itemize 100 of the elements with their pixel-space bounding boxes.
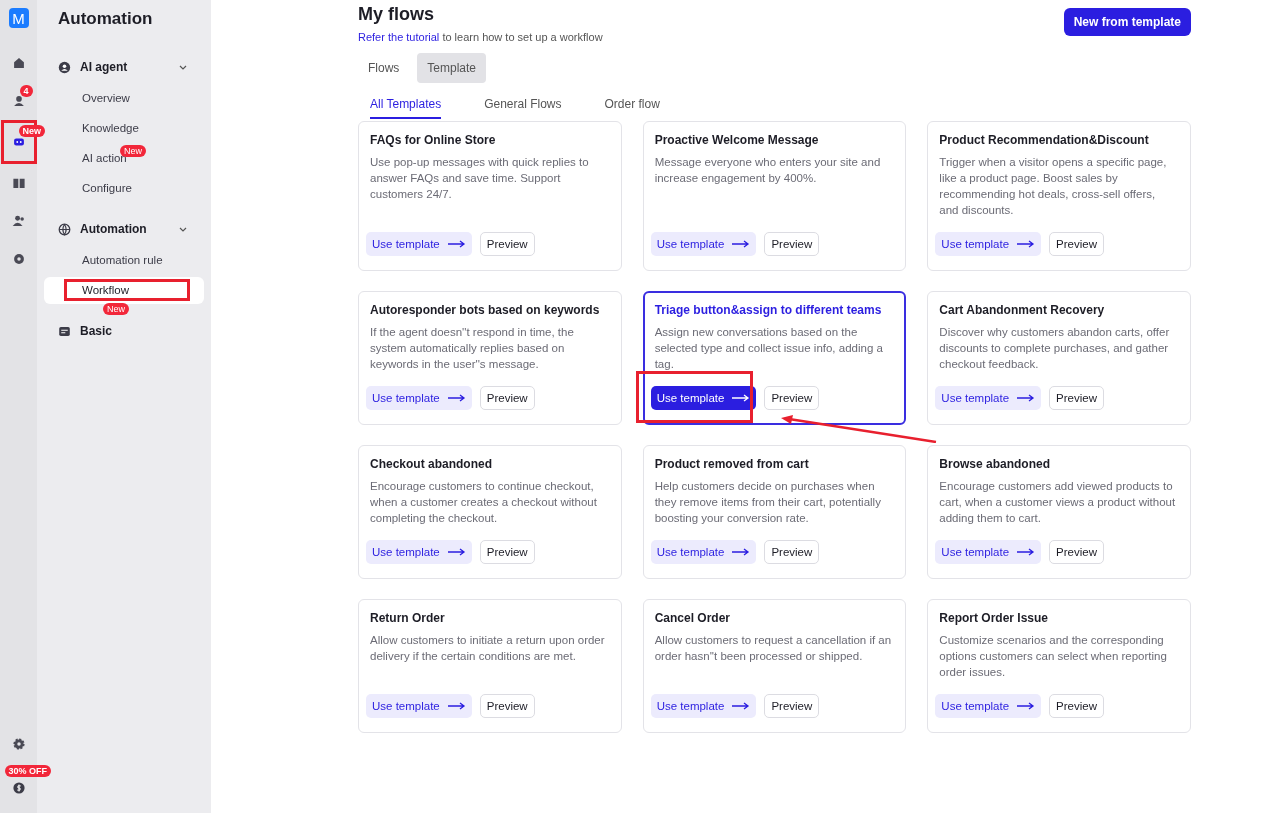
use-template-button[interactable]: Use template xyxy=(650,232,757,256)
template-card[interactable]: FAQs for Online Store Use pop-up messages with quick replies to answer FAQs and save time. Support customers 24/7. Use template Preview xyxy=(358,121,622,271)
new-from-template-button[interactable]: New from template xyxy=(1063,8,1191,36)
users-icon[interactable] xyxy=(11,214,26,228)
card-title: Report Order Issue xyxy=(939,611,1050,625)
use-template-button[interactable]: Use template xyxy=(935,540,1042,564)
card-title: Checkout abandoned xyxy=(370,457,493,471)
sidebar-item[interactable]: Knowledge xyxy=(44,115,204,142)
preview-button[interactable]: Preview xyxy=(1049,386,1104,410)
template-card[interactable]: Autoresponder bots based on keywords If the agent doesn''t respond in time, the system automatically replies based on keywords in the user''s message. Use template Preview xyxy=(358,291,622,425)
arrow-right-icon xyxy=(1017,548,1036,556)
app-logo[interactable]: M xyxy=(8,8,29,28)
sidebar-item[interactable]: Automation rule xyxy=(44,247,204,274)
preview-button[interactable]: Preview xyxy=(1049,540,1104,564)
settings-icon[interactable] xyxy=(11,737,26,751)
template-card[interactable]: Cancel Order Allow customers to request a cancellation if an order hasn''t been processed or shipped. Use template Preview xyxy=(642,599,907,733)
preview-button[interactable]: Preview xyxy=(479,232,535,256)
card-description: Help customers decide on purchases when they remove items from their cart, potentially boosting your conversion rate. xyxy=(654,479,882,526)
card-title: Product removed from cart xyxy=(654,457,810,471)
globe-icon xyxy=(58,222,71,236)
sidebar-title: Automation xyxy=(58,9,154,29)
use-template-button[interactable]: Use template xyxy=(650,540,757,564)
badge: 4 xyxy=(19,85,33,97)
sidebar-group[interactable]: Automation xyxy=(44,217,204,241)
badge: 30% OFF xyxy=(4,765,51,777)
card-title: Proactive Welcome Message xyxy=(654,133,820,147)
template-card[interactable]: Proactive Welcome Message Message everyone who enters your site and increase engagement by 400%. Use template Preview xyxy=(642,121,907,271)
arrow-right-icon xyxy=(1017,702,1036,710)
template-card[interactable]: Cart Abandonment Recovery Discover why customers abandon carts, offer discounts to complete purchases, and gather checkout feedback. Use template Preview xyxy=(927,291,1191,425)
arrow-right-icon xyxy=(447,548,466,556)
sidebar-group[interactable]: AI agent xyxy=(44,55,204,79)
template-card[interactable]: Checkout abandoned Encourage customers to continue checkout, when a customer creates a checkout without completing the checkout. Use template Preview xyxy=(358,445,622,579)
card-icon xyxy=(58,324,71,338)
arrow-right-icon xyxy=(1017,394,1036,402)
arrow-right-icon xyxy=(447,394,466,402)
category-tab[interactable]: General Flows xyxy=(484,97,562,119)
card-title: Cart Abandonment Recovery xyxy=(939,303,1106,317)
card-title: Triage button&assign to different teams xyxy=(654,303,883,317)
card-description: Allow customers to initiate a return upon order delivery if the certain conditions are met. xyxy=(370,633,606,664)
card-description: Trigger when a visitor opens a specific page, like a product page. Boost sales by recommending hot deals, cross-sell offers, and discounts. xyxy=(939,155,1168,218)
card-description: Use pop-up messages with quick replies to answer FAQs and save time. Support customers 24/7. xyxy=(370,155,590,202)
card-title: Autoresponder bots based on keywords xyxy=(370,303,601,317)
tutorial-link[interactable]: Refer the tutorial xyxy=(358,31,440,43)
card-title: Cancel Order xyxy=(654,611,732,625)
preview-button[interactable]: Preview xyxy=(479,694,535,718)
template-card[interactable]: Triage button&assign to different teams Assign new conversations based on the selected type and collect issue info, adding a tag. Use template Preview xyxy=(642,291,907,425)
home-icon[interactable] xyxy=(11,56,26,70)
template-card[interactable]: Return Order Allow customers to initiate a return upon order delivery if the certain conditions are met. Use template Preview xyxy=(358,599,622,733)
preview-button[interactable]: Preview xyxy=(479,386,535,410)
use-template-button[interactable]: Use template xyxy=(935,232,1042,256)
use-template-button[interactable]: Use template xyxy=(366,694,472,718)
category-tab[interactable]: All Templates xyxy=(370,97,442,119)
card-title: Return Order xyxy=(370,611,446,625)
card-description: Encourage customers add viewed products to cart, when a customer views a product without adding them to cart. xyxy=(939,479,1176,526)
template-card[interactable]: Browse abandoned Encourage customers add viewed products to cart, when a customer views a product without adding them to cart. Use template Preview xyxy=(927,445,1191,579)
template-card[interactable]: Report Order Issue Customize scenarios and the corresponding options customers can select when reporting order issues. Use template Preview xyxy=(927,599,1191,733)
use-template-button[interactable]: Use template xyxy=(935,386,1042,410)
use-template-button[interactable]: Use template xyxy=(366,540,472,564)
preview-button[interactable]: Preview xyxy=(479,540,535,564)
card-description: Customize scenarios and the corresponding options customers can select when reporting order issues. xyxy=(939,633,1168,680)
card-title: Product Recommendation&Discount xyxy=(939,133,1150,147)
ring-icon[interactable] xyxy=(11,252,26,266)
page-subtitle: Refer the tutorial to learn how to set up a workflow xyxy=(358,31,603,43)
tab[interactable]: Flows xyxy=(358,53,410,83)
preview-button[interactable]: Preview xyxy=(1049,232,1104,256)
card-description: Message everyone who enters your site and increase engagement by 400%. xyxy=(654,155,882,186)
use-template-button[interactable]: Use template xyxy=(366,232,472,256)
category-tab[interactable]: Order flow xyxy=(604,97,660,119)
use-template-button[interactable]: Use template xyxy=(366,386,472,410)
book-icon[interactable] xyxy=(11,176,26,190)
preview-button[interactable]: Preview xyxy=(764,232,820,256)
card-title: FAQs for Online Store xyxy=(370,133,497,147)
card-title: Browse abandoned xyxy=(939,457,1051,471)
sidebar-item[interactable]: Overview xyxy=(44,85,204,112)
sidebar-item[interactable]: Configure xyxy=(44,175,204,202)
arrow-right-icon xyxy=(447,240,466,248)
use-template-button[interactable]: Use template xyxy=(650,694,757,718)
arrow-right-icon xyxy=(732,394,751,402)
use-template-button[interactable]: Use template xyxy=(935,694,1042,718)
page-title: My flows xyxy=(358,4,435,25)
card-description: Assign new conversations based on the selected type and collect issue info, adding a tag. xyxy=(654,325,884,372)
template-card[interactable]: Product Recommendation&Discount Trigger when a visitor opens a specific page, like a product page. Boost sales by recommending hot deals, cross-sell offers, and discounts. Use template Preview xyxy=(927,121,1191,271)
use-template-button[interactable]: Use template xyxy=(650,386,757,410)
card-description: Allow customers to request a cancellation if an order hasn''t been processed or shipped. xyxy=(654,633,892,664)
badge: New xyxy=(103,303,129,315)
arrow-right-icon xyxy=(447,702,466,710)
preview-button[interactable]: Preview xyxy=(764,386,820,410)
preview-button[interactable]: Preview xyxy=(1049,694,1104,718)
dollar-icon[interactable] xyxy=(11,781,26,795)
preview-button[interactable]: Preview xyxy=(764,694,820,718)
tab[interactable]: Template xyxy=(417,53,487,83)
arrow-right-icon xyxy=(732,240,751,248)
card-description: If the agent doesn''t respond in time, the system automatically replies based on keywords in the user''s message. xyxy=(370,325,575,372)
arrow-right-icon xyxy=(1017,240,1036,248)
preview-button[interactable]: Preview xyxy=(764,540,820,564)
template-card[interactable]: Product removed from cart Help customers decide on purchases when they remove items from their cart, potentially boosting your conversion rate. Use template Preview xyxy=(642,445,907,579)
sidebar-group[interactable]: Basic xyxy=(44,319,204,343)
card-description: Encourage customers to continue checkout, when a customer creates a checkout without completing the checkout. xyxy=(370,479,598,526)
badge: New xyxy=(120,145,146,157)
card-description: Discover why customers abandon carts, offer discounts to complete purchases, and gather checkout feedback. xyxy=(939,325,1171,372)
